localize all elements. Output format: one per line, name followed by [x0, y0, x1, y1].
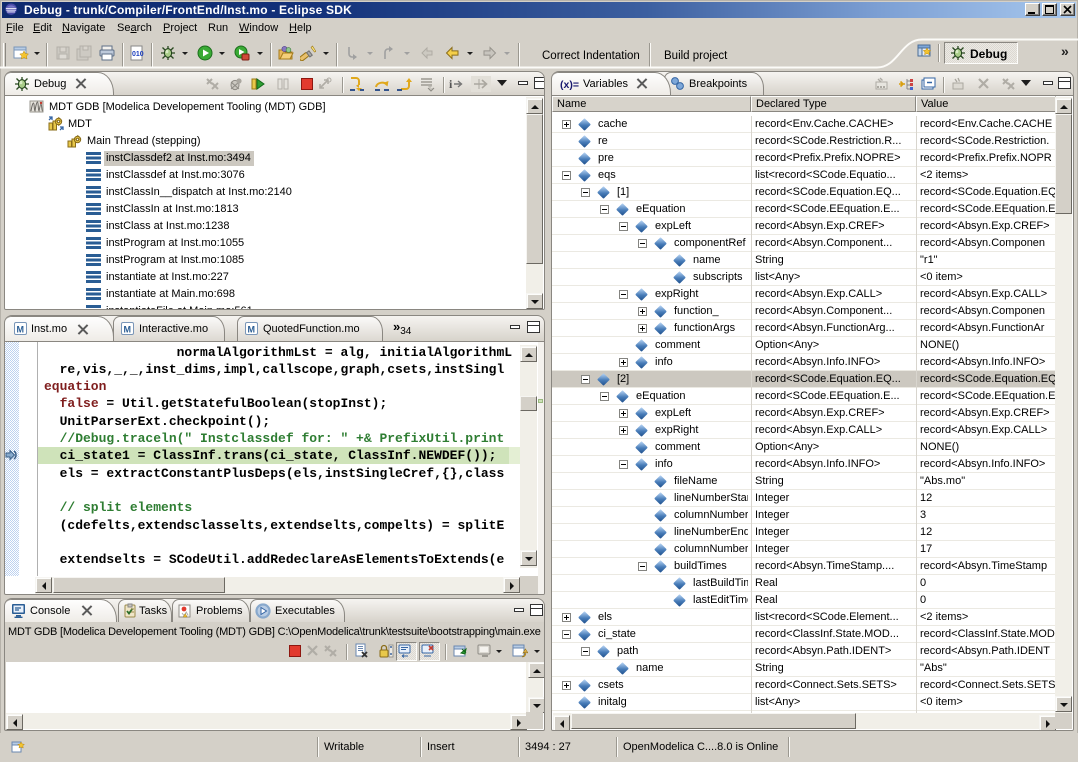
- svg-text:i: i: [449, 77, 453, 91]
- svg-text:(x)=: (x)=: [560, 79, 579, 91]
- svg-text:M: M: [248, 325, 256, 335]
- svg-text:M: M: [124, 325, 132, 335]
- svg-text:M: M: [17, 325, 25, 335]
